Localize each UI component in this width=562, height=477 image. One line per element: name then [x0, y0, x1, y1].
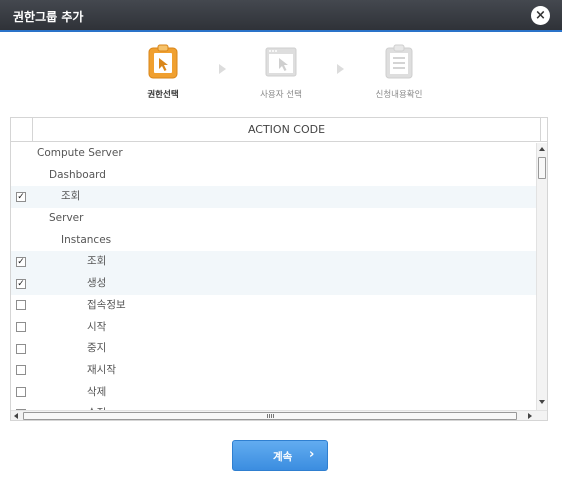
continue-button[interactable]: 계속 › — [232, 440, 328, 471]
step-select-permission: 권한선택 — [123, 44, 203, 100]
row-label: 중지 — [87, 342, 107, 355]
row-checkbox[interactable]: ✓ — [16, 191, 26, 202]
scroll-down-icon[interactable] — [539, 400, 545, 404]
scroll-right-icon[interactable] — [528, 413, 532, 419]
horizontal-scrollbar[interactable] — [11, 410, 547, 420]
row-label: 생성 — [87, 277, 107, 290]
table-row[interactable]: 중지 — [11, 338, 536, 360]
table-row[interactable]: 재시작 — [11, 360, 536, 382]
row-checkbox[interactable]: ✓ — [16, 256, 26, 267]
dialog-title: 권한그룹 추가 — [13, 10, 84, 24]
table-row[interactable]: 시작 — [11, 317, 536, 339]
row-label: 재시작 — [87, 363, 116, 376]
continue-label: 계속 — [273, 451, 293, 463]
action-code-column-header: ACTION CODE — [33, 118, 541, 142]
row-label: 조회 — [87, 255, 107, 268]
scroll-up-icon[interactable] — [539, 147, 545, 151]
row-label: 수정 — [87, 403, 106, 410]
step-label: 사용자 선택 — [260, 90, 302, 100]
vertical-scrollbar[interactable] — [536, 143, 547, 410]
vertical-scroll-thumb[interactable] — [538, 157, 546, 179]
step-confirm-request: 신청내용확인 — [359, 44, 439, 100]
chevron-right-icon: › — [309, 447, 315, 462]
table-row[interactable]: Server — [11, 208, 536, 230]
table-row[interactable]: 접속정보 — [11, 295, 536, 317]
step-select-user: 사용자 선택 — [241, 44, 321, 100]
horizontal-scroll-thumb[interactable] — [23, 412, 517, 420]
table-row[interactable]: Instances — [11, 230, 536, 252]
grid-rows: Compute Server Dashboard ✓ 조회 Server Instance… — [11, 143, 536, 410]
row-label: Dashboard — [49, 168, 106, 181]
row-checkbox[interactable] — [16, 343, 26, 354]
clipboard-list-icon — [382, 44, 416, 80]
close-button[interactable]: × — [531, 6, 550, 25]
step-label: 신청내용확인 — [375, 90, 423, 100]
table-row[interactable]: 수정 — [11, 403, 536, 410]
scroll-grip-icon — [267, 414, 275, 418]
grid-header: ACTION CODE — [11, 118, 547, 142]
row-checkbox[interactable]: ✓ — [16, 278, 26, 289]
row-label: Instances — [61, 233, 112, 246]
row-label: Compute Server — [37, 147, 123, 159]
step-arrow-icon — [219, 64, 226, 74]
scroll-left-icon[interactable] — [14, 413, 18, 419]
window-cursor-icon — [264, 44, 298, 80]
step-arrow-icon — [337, 64, 344, 74]
checkbox-column-header — [11, 118, 33, 142]
row-label: 접속정보 — [87, 298, 126, 311]
table-row[interactable]: ✓ 조회 — [11, 251, 536, 274]
table-row[interactable]: ✓ 조회 — [11, 186, 536, 209]
step-label: 권한선택 — [147, 90, 179, 100]
row-checkbox[interactable] — [16, 365, 26, 376]
row-label: 시작 — [87, 320, 107, 333]
dialog-titlebar: 권한그룹 추가 × — [0, 0, 562, 32]
clipboard-cursor-icon — [146, 44, 180, 80]
row-checkbox[interactable] — [16, 387, 26, 398]
row-label: 삭제 — [87, 385, 107, 398]
table-row[interactable]: ✓ 생성 — [11, 273, 536, 295]
row-checkbox[interactable] — [16, 322, 26, 332]
table-row[interactable]: Dashboard — [11, 165, 536, 187]
row-label: Server — [49, 212, 84, 225]
row-label: 조회 — [61, 190, 81, 203]
table-row[interactable]: 삭제 — [11, 382, 536, 404]
action-code-grid: ACTION CODE Compute Server Dashboard ✓ 조회 Se… — [10, 117, 548, 421]
table-row[interactable]: Compute Server — [11, 143, 536, 165]
row-checkbox[interactable] — [16, 300, 26, 311]
